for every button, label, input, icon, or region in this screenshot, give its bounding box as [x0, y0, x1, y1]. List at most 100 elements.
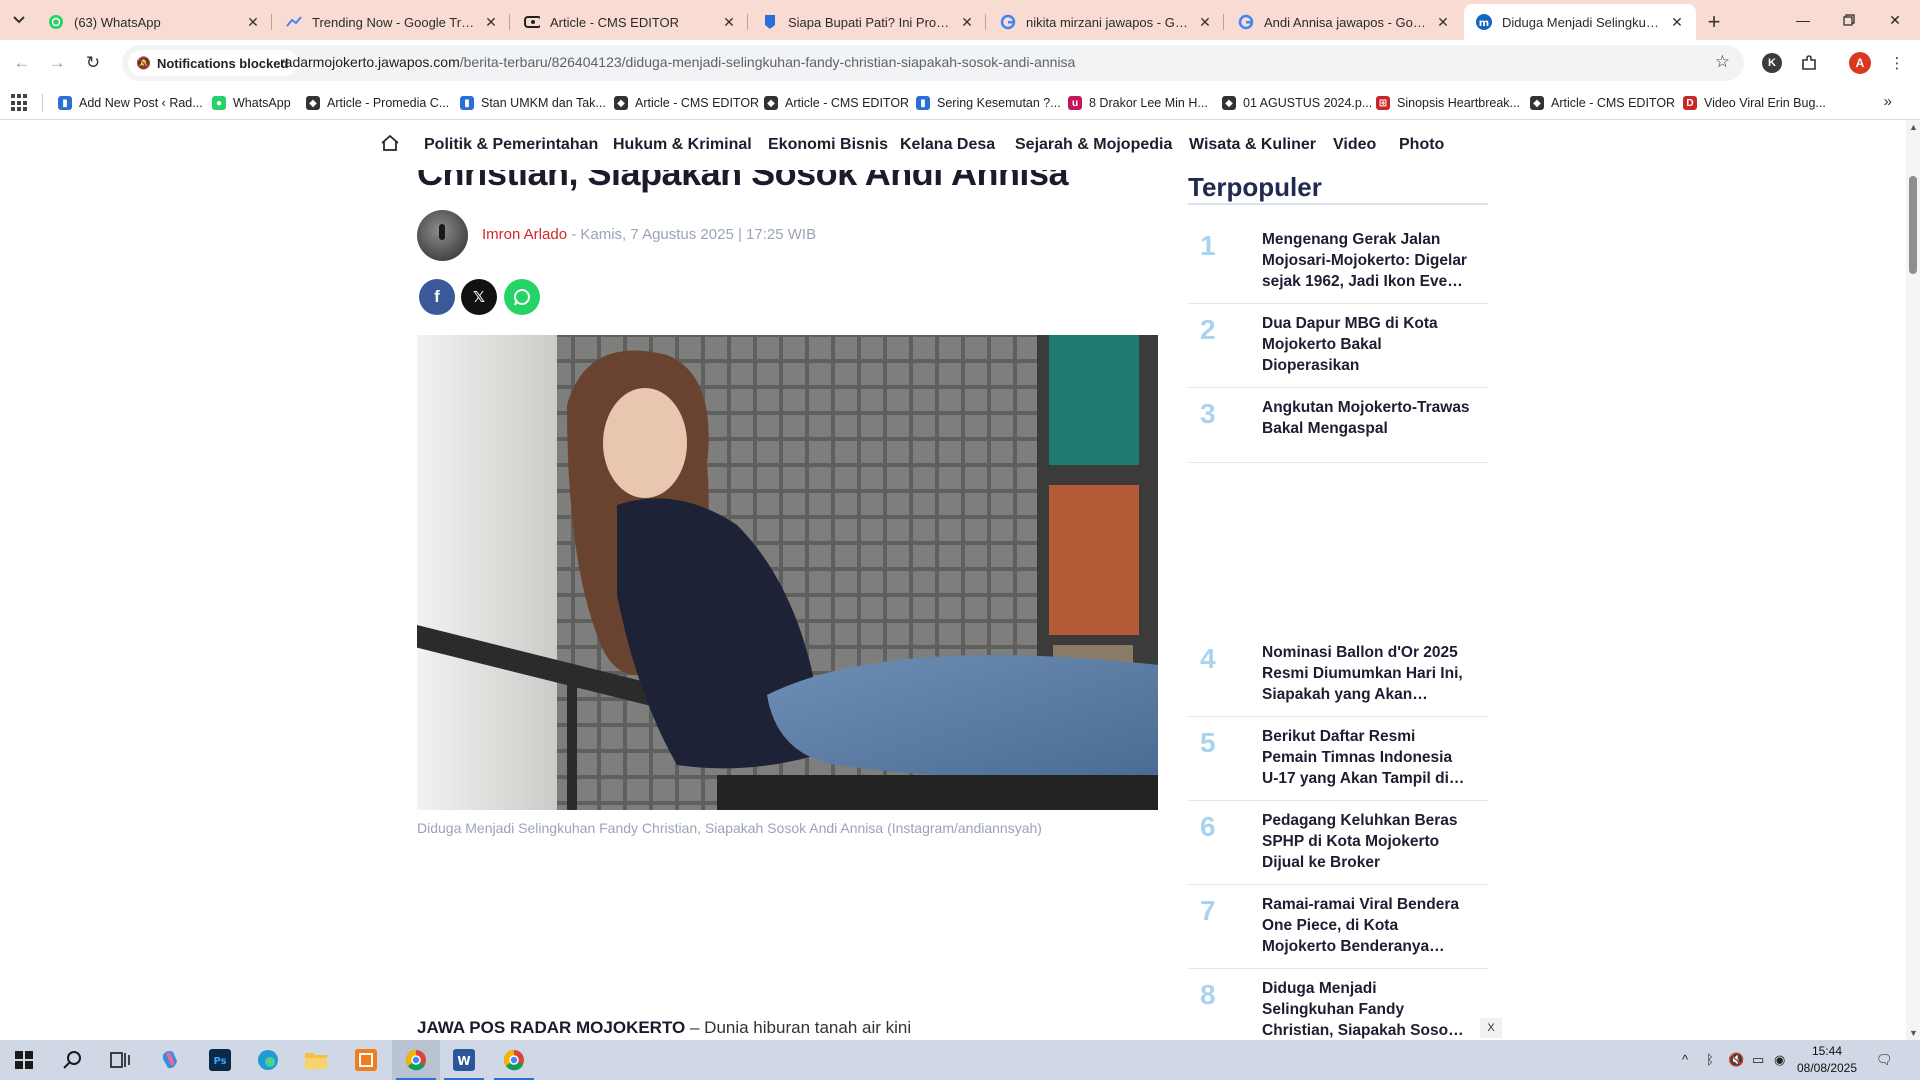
nav-wisata[interactable]: Wisata & Kuliner	[1189, 136, 1316, 154]
forward-button[interactable]: →	[43, 49, 71, 77]
popular-item[interactable]: 1 Mengenang Gerak Jalan Mojosari-Mojoker…	[1188, 220, 1488, 304]
scroll-down-icon[interactable]: ▼	[1909, 1028, 1918, 1038]
bookmark-item[interactable]: ◆ Article - Promedia C...	[306, 92, 449, 114]
popular-item[interactable]: 6 Pedagang Keluhkan Beras SPHP di Kota M…	[1188, 801, 1488, 885]
close-icon[interactable]: ✕	[958, 13, 976, 31]
popular-title[interactable]: Mengenang Gerak Jalan Mojosari-Mojokerto…	[1262, 229, 1472, 292]
bookmark-star-icon[interactable]: ☆	[1715, 52, 1730, 72]
popular-title[interactable]: Nominasi Ballon d'Or 2025 Resmi Diumumka…	[1262, 642, 1472, 705]
taskbar-edge[interactable]	[244, 1040, 292, 1080]
minimize-button[interactable]: —	[1780, 0, 1826, 40]
taskbar-chrome[interactable]	[392, 1040, 440, 1080]
bookmark-item[interactable]: u 8 Drakor Lee Min H...	[1068, 92, 1208, 114]
nav-photo[interactable]: Photo	[1399, 136, 1444, 154]
bookmark-item[interactable]: ◆ 01 AGUSTUS 2024.p...	[1222, 92, 1372, 114]
network-icon[interactable]: ▭	[1752, 1052, 1764, 1068]
article-hero-image[interactable]	[417, 335, 1158, 810]
popular-title[interactable]: Ramai-ramai Viral Bendera One Piece, di …	[1262, 894, 1472, 957]
popular-item[interactable]: 3 Angkutan Mojokerto-Trawas Bakal Mengas…	[1188, 388, 1488, 463]
close-icon[interactable]: ✕	[482, 13, 500, 31]
bookmark-item[interactable]: ▮ Add New Post ‹ Rad...	[58, 92, 203, 114]
share-whatsapp-button[interactable]	[504, 279, 540, 315]
taskbar-chrome-2[interactable]	[490, 1040, 538, 1080]
nav-kelana-desa[interactable]: Kelana Desa	[900, 136, 995, 154]
bookmark-item[interactable]: ● WhatsApp	[212, 92, 291, 114]
apps-grid-icon[interactable]	[11, 94, 29, 112]
back-button[interactable]: ←	[8, 49, 36, 77]
window-close-button[interactable]: ✕	[1872, 0, 1918, 40]
tab-whatsapp[interactable]: (63) WhatsApp ✕	[36, 4, 272, 40]
new-tab-button[interactable]: +	[1700, 8, 1728, 36]
popular-title[interactable]: Diduga Menjadi Selingkuhan Fandy Christi…	[1262, 978, 1472, 1040]
nav-politik[interactable]: Politik & Pemerintahan	[424, 136, 598, 154]
share-x-button[interactable]: 𝕏	[461, 279, 497, 315]
tab-active-article[interactable]: m Diduga Menjadi Selingkuhan F ✕	[1464, 4, 1696, 40]
more-bookmarks-icon[interactable]: »	[1884, 93, 1892, 110]
share-facebook-button[interactable]: f	[419, 279, 455, 315]
popular-item[interactable]: 2 Dua Dapur MBG di Kota Mojokerto Bakal …	[1188, 304, 1488, 388]
popular-item[interactable]: 4 Nominasi Ballon d'Or 2025 Resmi Diumum…	[1188, 633, 1488, 717]
hero-photo	[417, 335, 1158, 810]
tab-cms-editor[interactable]: Article - CMS EDITOR ✕	[512, 4, 748, 40]
taskbar-app-orange[interactable]	[342, 1040, 390, 1080]
tab-google-search-1[interactable]: nikita mirzani jawapos - Google ✕	[988, 4, 1224, 40]
close-icon[interactable]: ✕	[1668, 13, 1686, 31]
close-icon[interactable]: ✕	[1434, 13, 1452, 31]
popular-item[interactable]: 5 Berikut Daftar Resmi Pemain Timnas Ind…	[1188, 717, 1488, 801]
bluetooth-icon[interactable]: ᛒ	[1706, 1052, 1714, 1067]
bookmark-item[interactable]: ◆ Article - CMS EDITOR	[764, 92, 909, 114]
volume-muted-icon[interactable]: 🔇	[1728, 1052, 1744, 1068]
browser-menu-icon[interactable]: ⋮	[1884, 50, 1910, 76]
taskbar-photoshop[interactable]: Ps	[196, 1040, 244, 1080]
close-icon[interactable]: ✕	[1196, 13, 1214, 31]
notifications-blocked-chip[interactable]: 🔕 Notifications blocked	[128, 50, 299, 76]
taskbar-search-button[interactable]	[48, 1040, 96, 1080]
reload-button[interactable]: ↻	[79, 49, 107, 77]
extensions-puzzle-icon[interactable]	[1796, 50, 1822, 76]
taskbar-word[interactable]: W	[440, 1040, 488, 1080]
start-button[interactable]	[0, 1040, 48, 1080]
close-icon[interactable]: ✕	[244, 13, 262, 31]
popular-item[interactable]: 8 Diduga Menjadi Selingkuhan Fandy Chris…	[1188, 969, 1488, 1040]
author-avatar[interactable]	[417, 210, 468, 261]
popular-title[interactable]: Berikut Daftar Resmi Pemain Timnas Indon…	[1262, 726, 1472, 789]
nav-ekonomi[interactable]: Ekonomi Bisnis	[768, 136, 888, 154]
popular-title[interactable]: Pedagang Keluhkan Beras SPHP di Kota Moj…	[1262, 810, 1472, 873]
bookmark-item[interactable]: D Video Viral Erin Bug...	[1683, 92, 1826, 114]
bookmark-item[interactable]: ⊞ Sinopsis Heartbreak...	[1376, 92, 1520, 114]
bookmark-item[interactable]: ▮ Stan UMKM dan Tak...	[460, 92, 606, 114]
close-icon[interactable]: ✕	[720, 13, 738, 31]
author-name[interactable]: Imron Arlado	[482, 226, 567, 243]
task-view-button[interactable]	[96, 1040, 144, 1080]
nav-video[interactable]: Video	[1333, 136, 1376, 154]
home-icon[interactable]	[380, 133, 400, 153]
nav-hukum[interactable]: Hukum & Kriminal	[613, 136, 752, 154]
page-scrollbar[interactable]: ▲ ▼	[1906, 120, 1920, 1040]
extension-k-icon[interactable]: K	[1762, 53, 1782, 73]
url-text[interactable]: radarmojokerto.jawapos.com/berita-terbar…	[280, 54, 1075, 70]
bookmark-item[interactable]: ◆ Article - CMS EDITOR	[1530, 92, 1675, 114]
bookmark-item[interactable]: ▮ Sering Kesemutan ?...	[916, 92, 1061, 114]
tab-search-button[interactable]	[6, 8, 32, 32]
restore-button[interactable]	[1826, 0, 1872, 40]
tray-overflow-icon[interactable]: ^	[1682, 1052, 1688, 1067]
tab-title: nikita mirzani jawapos - Google	[1026, 14, 1190, 30]
scroll-thumb[interactable]	[1909, 176, 1917, 274]
system-clock[interactable]: 15:44 08/08/2025	[1792, 1043, 1862, 1077]
notifications-icon[interactable]: 🗨	[1876, 1052, 1893, 1068]
ad-close-button[interactable]: X	[1480, 1018, 1502, 1038]
tab-google-search-2[interactable]: Andi Annisa jawapos - Google ✕	[1226, 4, 1462, 40]
scroll-up-icon[interactable]: ▲	[1909, 122, 1918, 132]
profile-avatar[interactable]: A	[1849, 52, 1871, 74]
bookmark-item[interactable]: ◆ Article - CMS EDITOR	[614, 92, 759, 114]
tab-bupati-pati[interactable]: Siapa Bupati Pati? Ini Profil Sud ✕	[750, 4, 986, 40]
security-icon[interactable]: ◉	[1774, 1052, 1785, 1068]
popular-title[interactable]: Angkutan Mojokerto-Trawas Bakal Mengaspa…	[1262, 397, 1472, 439]
address-bar[interactable]: 🔕 Notifications blocked radarmojokerto.j…	[122, 45, 1744, 81]
taskbar-copilot[interactable]	[146, 1040, 194, 1080]
popular-title[interactable]: Dua Dapur MBG di Kota Mojokerto Bakal Di…	[1262, 313, 1472, 376]
taskbar-file-explorer[interactable]	[292, 1040, 340, 1080]
nav-sejarah[interactable]: Sejarah & Mojopedia	[1015, 136, 1172, 154]
tab-google-trends[interactable]: Trending Now - Google Trends ✕	[274, 4, 510, 40]
popular-item[interactable]: 7 Ramai-ramai Viral Bendera One Piece, d…	[1188, 885, 1488, 969]
